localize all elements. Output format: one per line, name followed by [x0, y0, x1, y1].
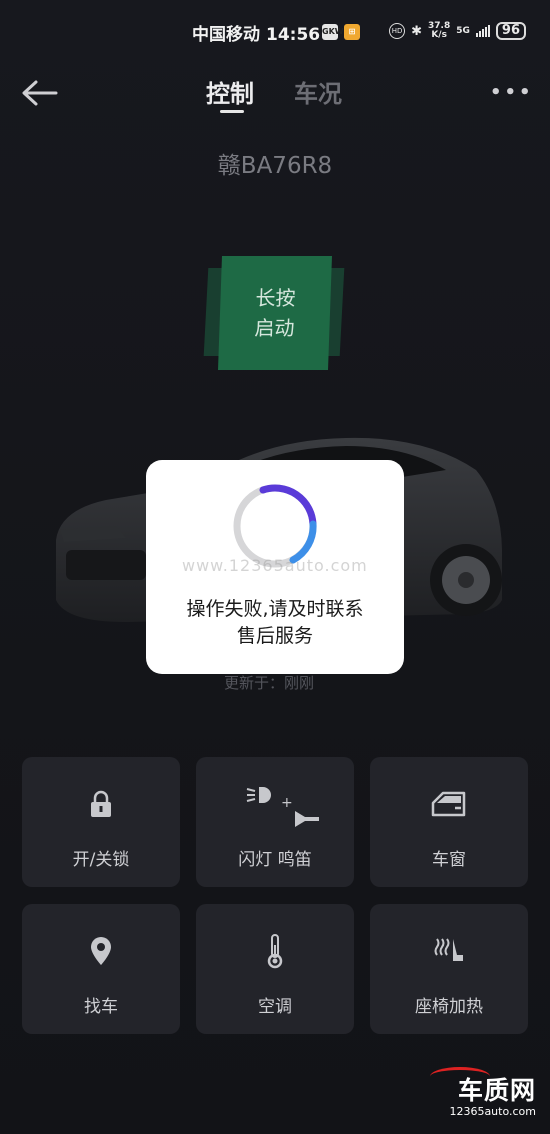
net-speed: 37.8 K/s: [428, 21, 451, 40]
watermark: www.12365auto.com: [182, 556, 368, 575]
license-plate: 赣BA76R8: [217, 153, 333, 179]
flash-horn-icon: +: [196, 777, 354, 829]
brand-url: 12365auto.com: [449, 1105, 536, 1118]
carrier-label: 中国移动: [192, 25, 260, 45]
status-left: 中国移动 14:56: [192, 20, 320, 45]
tab-control[interactable]: 控制: [206, 74, 254, 109]
car-window-icon: [370, 781, 528, 827]
flash-horn-label: 闪灯 鸣笛: [238, 850, 312, 870]
app-notification-icon: ⊞: [344, 24, 360, 40]
find-car-button[interactable]: 找车: [22, 904, 180, 1034]
thermometer-icon: [196, 928, 354, 974]
lock-toggle-button[interactable]: 开/关锁: [22, 757, 180, 887]
active-tab-indicator: [220, 110, 244, 113]
signal-icon: [475, 25, 490, 37]
screen: 中国移动 14:56 GKW ⊞ HD ✱ 37.8 K/s 5G 96 控制 车况…: [0, 0, 550, 1134]
battery-indicator: 96: [495, 22, 526, 40]
brand-watermark: 车质网 12365auto.com: [449, 1071, 536, 1118]
seat-heating-button[interactable]: 座椅加热: [370, 904, 528, 1034]
more-options-icon[interactable]: •••: [490, 82, 534, 103]
hd-icon: HD: [389, 23, 406, 39]
lock-toggle-label: 开/关锁: [72, 850, 130, 870]
tab-bar: 控制 车况: [0, 74, 550, 114]
air-conditioning-button[interactable]: 空调: [196, 904, 354, 1034]
notification-icon: GKW: [322, 24, 344, 40]
seat-heat-icon: [370, 928, 528, 974]
bluetooth-icon: ✱: [411, 23, 423, 39]
long-press-start-button[interactable]: 长按 启动: [218, 256, 332, 370]
brand-name: 车质网: [457, 1076, 536, 1105]
error-message-line1: 操作失败,请及时联系: [186, 598, 364, 620]
lock-icon: [22, 781, 180, 827]
location-pin-icon: [22, 928, 180, 974]
find-car-label: 找车: [84, 997, 118, 1017]
start-label-line1: 长按: [255, 286, 296, 310]
tab-vehicle-status[interactable]: 车况: [294, 74, 342, 109]
error-message-line2: 售后服务: [236, 625, 313, 647]
seat-heating-label: 座椅加热: [415, 997, 483, 1017]
clock: 14:56: [266, 25, 321, 45]
svg-text:+: +: [281, 795, 293, 811]
net-type: 5G: [456, 26, 470, 36]
window-label: 车窗: [432, 850, 466, 870]
status-right: HD ✱ 37.8 K/s 5G 96: [389, 22, 526, 40]
error-message: 操作失败,请及时联系 售后服务: [146, 596, 404, 650]
window-button[interactable]: 车窗: [370, 757, 528, 887]
air-conditioning-label: 空调: [258, 997, 292, 1017]
update-time: 更新于：刚刚: [224, 674, 315, 692]
status-bar: 中国移动 14:56 GKW ⊞ HD ✱ 37.8 K/s 5G 96: [0, 0, 550, 64]
flash-horn-button[interactable]: + 闪灯 鸣笛: [196, 757, 354, 887]
start-label-line2: 启动: [254, 316, 295, 340]
